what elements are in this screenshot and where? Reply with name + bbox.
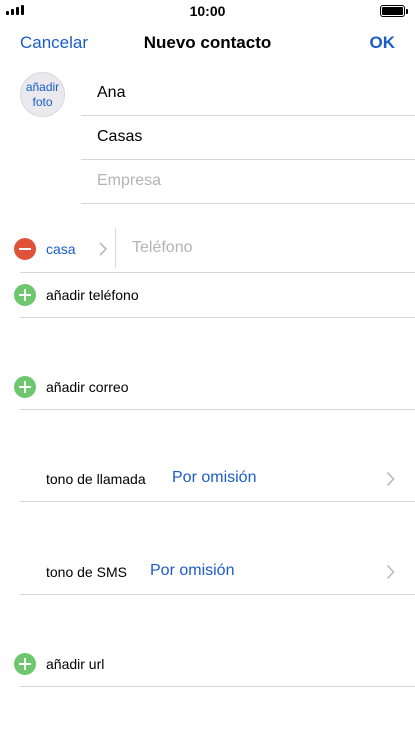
company-row	[81, 160, 415, 204]
delete-phone-minus-icon[interactable]	[14, 238, 36, 260]
ringtone-value: Por omisión	[172, 469, 257, 486]
ringtone-label: tono de llamada	[46, 471, 146, 487]
battery-icon	[380, 5, 408, 17]
phone-row: casa	[14, 228, 415, 273]
company-field[interactable]	[97, 172, 397, 190]
last-name-field[interactable]	[97, 128, 397, 146]
ok-button[interactable]: OK	[370, 33, 396, 53]
chevron-right-icon	[99, 242, 108, 256]
first-name-field[interactable]	[97, 84, 397, 102]
divider	[115, 228, 116, 268]
phone-input[interactable]	[132, 239, 392, 257]
chevron-right-icon	[386, 471, 395, 487]
phone-label-selector[interactable]: casa	[46, 241, 76, 257]
add-url-label: añadir url	[46, 656, 105, 672]
add-email-row[interactable]: añadir correo	[14, 365, 415, 410]
plus-circle-icon[interactable]	[14, 376, 36, 398]
plus-circle-icon[interactable]	[14, 284, 36, 306]
sms-tone-value: Por omisión	[150, 562, 235, 579]
status-bar: 10:00	[0, 0, 415, 22]
last-name-row	[81, 116, 415, 160]
add-url-row[interactable]: añadir url	[14, 642, 415, 687]
status-time: 10:00	[189, 3, 226, 19]
add-photo-button[interactable]: añadir foto	[20, 72, 65, 117]
chevron-right-icon	[386, 564, 395, 580]
add-phone-label: añadir teléfono	[46, 287, 139, 303]
add-phone-row[interactable]: añadir teléfono	[14, 273, 415, 318]
page-title: Nuevo contacto	[143, 33, 272, 52]
nav-bar: Cancelar Nuevo contacto OK	[0, 28, 415, 58]
add-photo-label: añadir foto	[25, 79, 60, 109]
plus-circle-icon[interactable]	[14, 653, 36, 675]
ringtone-row[interactable]: tono de llamada Por omisión	[20, 457, 415, 502]
sms-tone-row[interactable]: tono de SMS Por omisión	[20, 550, 415, 595]
first-name-row	[81, 72, 415, 116]
sms-tone-label: tono de SMS	[46, 564, 127, 580]
add-email-label: añadir correo	[46, 379, 129, 395]
